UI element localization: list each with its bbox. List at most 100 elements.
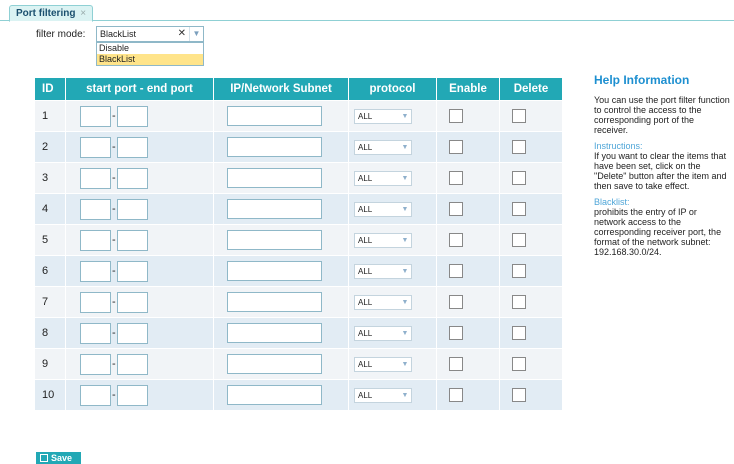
subnet-input[interactable]: [227, 323, 322, 343]
delete-checkbox[interactable]: [512, 202, 526, 216]
row-id: 4: [34, 193, 66, 225]
filter-mode-select[interactable]: BlackList ✕ ▼: [96, 26, 204, 42]
start-port-input[interactable]: [80, 384, 111, 406]
protocol-select[interactable]: ALL ▼: [354, 108, 412, 124]
enable-cell: [436, 100, 500, 132]
table-row: 4 - ALL ▼: [34, 193, 563, 225]
port-range-cell: -: [65, 100, 214, 132]
delete-cell: [499, 379, 563, 411]
start-port-input[interactable]: [80, 291, 111, 313]
end-port-input[interactable]: [116, 291, 148, 313]
help-blacklist: prohibits the entry of IP or network acc…: [594, 207, 722, 257]
port-range-cell: -: [65, 379, 214, 411]
protocol-cell: ALL ▼: [348, 162, 437, 194]
end-port-input[interactable]: [116, 136, 148, 158]
row-id: 10: [34, 379, 66, 411]
filter-mode-dropdown: Disable BlackList: [96, 42, 204, 66]
row-id: 5: [34, 224, 66, 256]
enable-checkbox[interactable]: [449, 140, 463, 154]
start-port-input[interactable]: [80, 167, 111, 189]
enable-checkbox[interactable]: [449, 109, 463, 123]
subnet-input[interactable]: [227, 354, 322, 374]
row-id: 6: [34, 255, 66, 287]
protocol-cell: ALL ▼: [348, 379, 437, 411]
row-id: 2: [34, 131, 66, 163]
row-id: 3: [34, 162, 66, 194]
protocol-select[interactable]: ALL ▼: [354, 201, 412, 217]
protocol-select[interactable]: ALL ▼: [354, 232, 412, 248]
tab-port-filtering[interactable]: Port filtering ×: [9, 5, 94, 22]
subnet-input[interactable]: [227, 168, 322, 188]
filter-mode-option-blacklist[interactable]: BlackList: [97, 54, 203, 65]
end-port-input[interactable]: [116, 353, 148, 375]
subnet-input[interactable]: [227, 106, 322, 126]
enable-checkbox[interactable]: [449, 357, 463, 371]
subnet-cell: [213, 379, 349, 411]
enable-checkbox[interactable]: [449, 388, 463, 402]
delete-checkbox[interactable]: [512, 357, 526, 371]
subnet-input[interactable]: [227, 230, 322, 250]
enable-checkbox[interactable]: [449, 202, 463, 216]
start-port-input[interactable]: [80, 353, 111, 375]
delete-checkbox[interactable]: [512, 233, 526, 247]
chevron-down-icon[interactable]: ▼: [189, 27, 203, 41]
subnet-cell: [213, 255, 349, 287]
start-port-input[interactable]: [80, 198, 111, 220]
delete-checkbox[interactable]: [512, 264, 526, 278]
save-button[interactable]: Save: [36, 452, 81, 464]
protocol-value: ALL: [358, 142, 373, 152]
close-icon[interactable]: ×: [80, 8, 86, 19]
delete-checkbox[interactable]: [512, 140, 526, 154]
delete-cell: [499, 100, 563, 132]
tab-bar: Port filtering ×: [0, 0, 734, 22]
delete-checkbox[interactable]: [512, 295, 526, 309]
enable-cell: [436, 348, 500, 380]
chevron-down-icon: ▼: [401, 205, 409, 213]
save-icon: [40, 453, 48, 462]
chevron-down-icon: ▼: [401, 329, 409, 337]
help-panel: Help Information You can use the port fi…: [594, 73, 730, 263]
enable-cell: [436, 286, 500, 318]
end-port-input[interactable]: [116, 105, 148, 127]
enable-checkbox[interactable]: [449, 326, 463, 340]
start-port-input[interactable]: [80, 322, 111, 344]
subnet-input[interactable]: [227, 137, 322, 157]
protocol-select[interactable]: ALL ▼: [354, 294, 412, 310]
protocol-select[interactable]: ALL ▼: [354, 356, 412, 372]
start-port-input[interactable]: [80, 229, 111, 251]
subnet-input[interactable]: [227, 385, 322, 405]
delete-checkbox[interactable]: [512, 326, 526, 340]
start-port-input[interactable]: [80, 136, 111, 158]
delete-checkbox[interactable]: [512, 388, 526, 402]
subnet-input[interactable]: [227, 261, 322, 281]
port-filter-table: ID start port - end port IP/Network Subn…: [34, 77, 563, 411]
start-port-input[interactable]: [80, 105, 111, 127]
delete-checkbox[interactable]: [512, 109, 526, 123]
protocol-select[interactable]: ALL ▼: [354, 170, 412, 186]
chevron-down-icon: ▼: [401, 236, 409, 244]
protocol-select[interactable]: ALL ▼: [354, 325, 412, 341]
clear-icon[interactable]: ✕: [178, 27, 186, 41]
protocol-select[interactable]: ALL ▼: [354, 387, 412, 403]
enable-checkbox[interactable]: [449, 171, 463, 185]
subnet-input[interactable]: [227, 199, 322, 219]
table-row: 1 - ALL ▼: [34, 100, 563, 132]
end-port-input[interactable]: [116, 260, 148, 282]
end-port-input[interactable]: [116, 198, 148, 220]
end-port-input[interactable]: [116, 384, 148, 406]
chevron-down-icon: ▼: [401, 143, 409, 151]
enable-checkbox[interactable]: [449, 264, 463, 278]
end-port-input[interactable]: [116, 229, 148, 251]
delete-checkbox[interactable]: [512, 171, 526, 185]
protocol-select[interactable]: ALL ▼: [354, 139, 412, 155]
end-port-input[interactable]: [116, 322, 148, 344]
help-instructions-title: Instructions:: [594, 141, 643, 151]
enable-checkbox[interactable]: [449, 233, 463, 247]
subnet-input[interactable]: [227, 292, 322, 312]
start-port-input[interactable]: [80, 260, 111, 282]
filter-mode-option-disable[interactable]: Disable: [97, 43, 203, 54]
enable-checkbox[interactable]: [449, 295, 463, 309]
protocol-select[interactable]: ALL ▼: [354, 263, 412, 279]
chevron-down-icon: ▼: [401, 391, 409, 399]
end-port-input[interactable]: [116, 167, 148, 189]
